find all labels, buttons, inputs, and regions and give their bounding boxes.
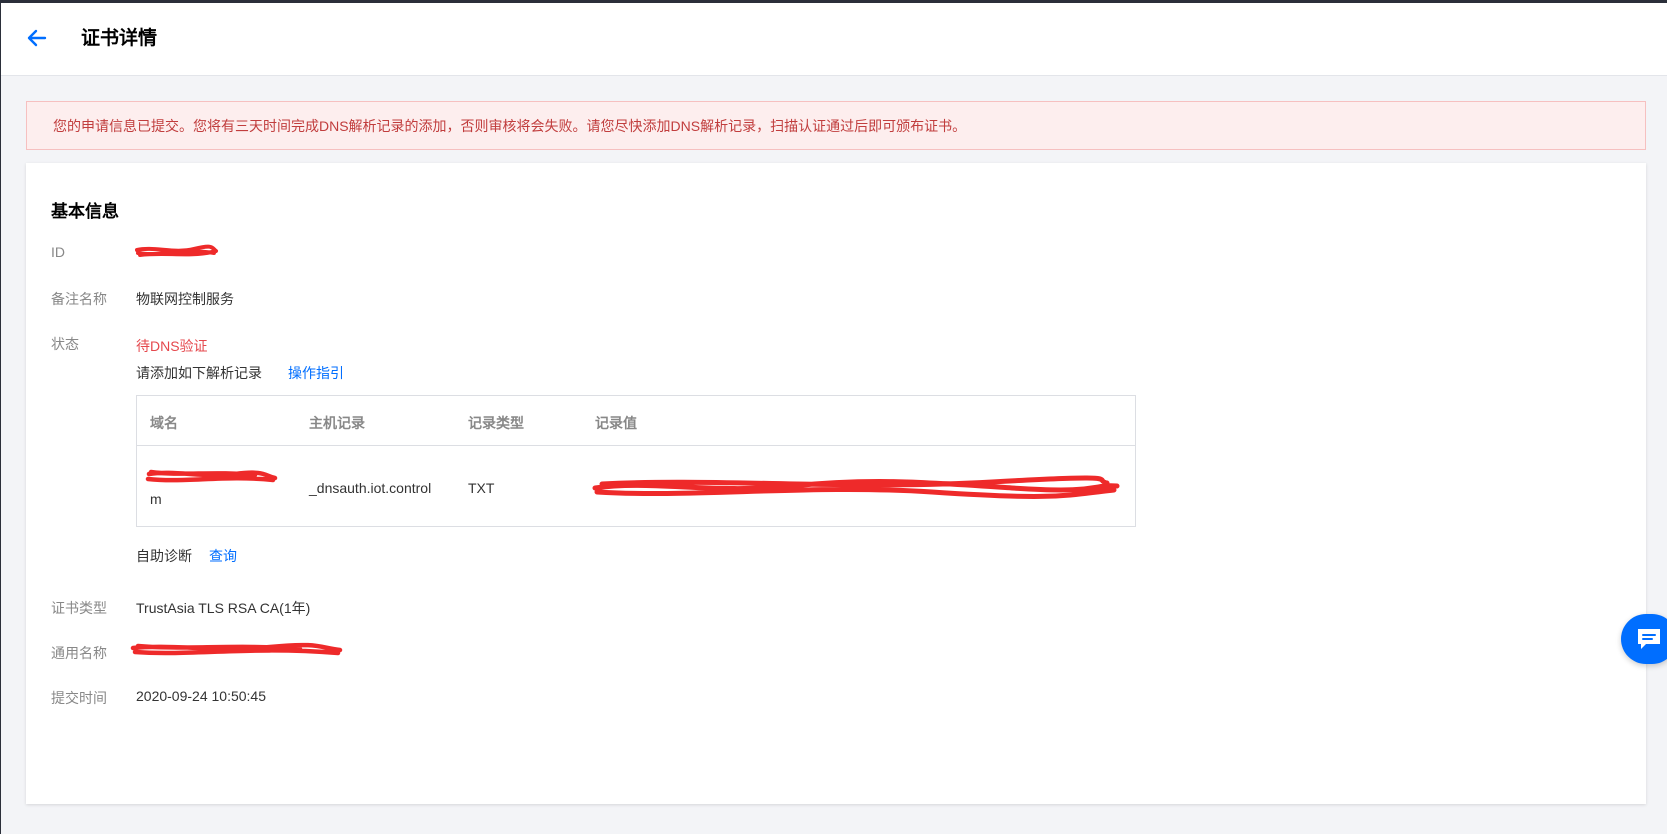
id-label: ID	[51, 244, 65, 260]
dns-record-table: 域名 主机记录 记录类型 记录值 m _dnsauth.iot.control …	[136, 395, 1136, 527]
header-host: 主机记录	[309, 415, 365, 431]
page-title: 证书详情	[81, 28, 158, 49]
common-name-label: 通用名称	[51, 645, 107, 661]
remark-label: 备注名称	[51, 291, 107, 307]
status-value: 待DNS验证	[136, 338, 208, 354]
page-header: 证书详情	[1, 3, 1667, 76]
arrow-left-icon	[27, 29, 47, 47]
chat-icon	[1638, 629, 1660, 649]
header-domain: 域名	[150, 415, 178, 431]
type-value: TXT	[468, 480, 495, 496]
redacted-id	[135, 244, 218, 257]
basic-info-card: 基本信息 ID 备注名称 物联网控制服务 状态 待DNS验证 请添加如下解析记录…	[26, 163, 1646, 804]
section-title: 基本信息	[51, 202, 119, 221]
status-label: 状态	[51, 336, 79, 352]
back-button[interactable]	[25, 27, 47, 49]
cert-type-label: 证书类型	[51, 600, 107, 616]
redacted-domain	[145, 469, 278, 483]
alert-banner: 您的申请信息已提交。您将有三天时间完成DNS解析记录的添加，否则审核将会失败。请…	[26, 101, 1646, 150]
table-header-row: 域名 主机记录 记录类型 记录值	[137, 396, 1135, 446]
redacted-record-value	[592, 475, 1120, 499]
guide-link[interactable]: 操作指引	[288, 363, 344, 383]
add-record-text: 请添加如下解析记录	[136, 365, 262, 381]
header-value: 记录值	[595, 415, 637, 431]
host-value: _dnsauth.iot.control	[309, 480, 432, 496]
submit-time-value: 2020-09-24 10:50:45	[136, 688, 266, 704]
query-link[interactable]: 查询	[209, 546, 237, 566]
redacted-common-name	[130, 642, 343, 656]
header-type: 记录类型	[468, 415, 524, 431]
domain-value: m	[150, 491, 162, 507]
window-left-border	[0, 0, 1, 834]
submit-time-label: 提交时间	[51, 690, 107, 706]
remark-value: 物联网控制服务	[136, 291, 234, 307]
cert-type-value: TrustAsia TLS RSA CA(1年)	[136, 600, 311, 616]
chat-button[interactable]	[1621, 614, 1667, 664]
diagnose-text: 自助诊断	[136, 548, 192, 564]
